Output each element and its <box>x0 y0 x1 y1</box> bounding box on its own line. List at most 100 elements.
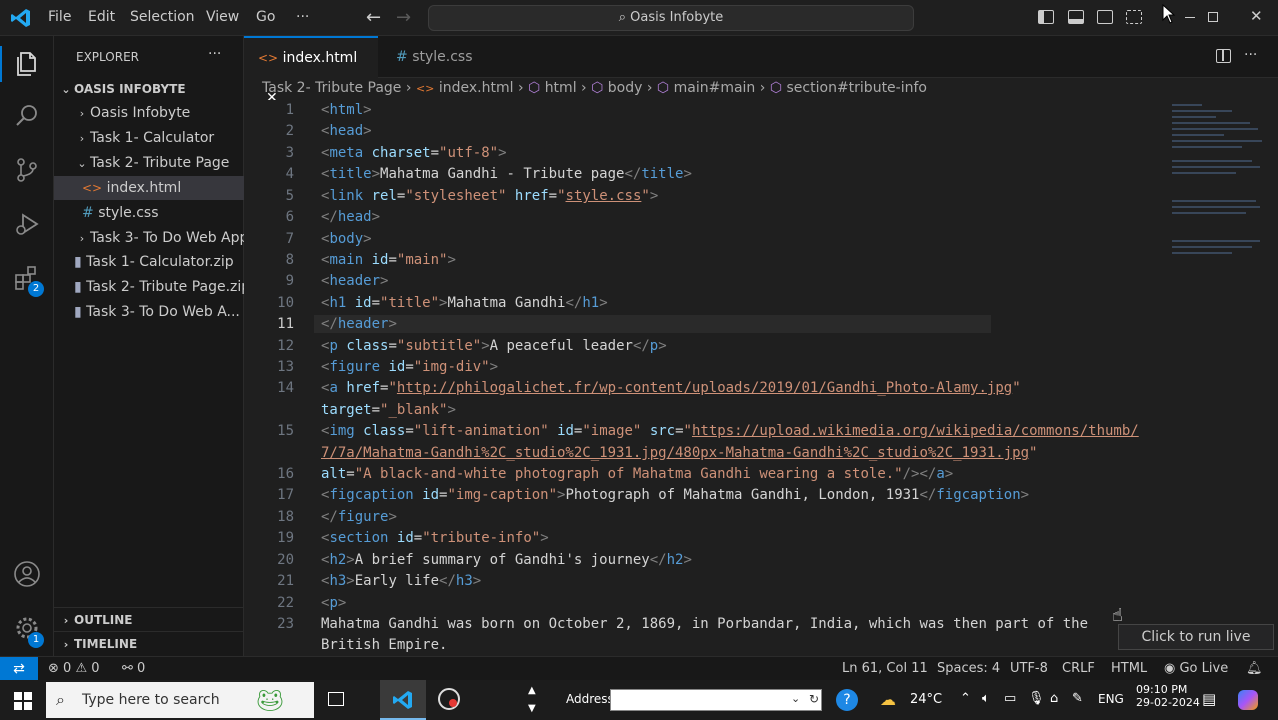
close-window-icon[interactable]: ✕ <box>1250 7 1263 25</box>
toolbar-scroll-icon[interactable]: ▲ ▼ <box>528 682 536 718</box>
command-center-search[interactable]: ⌕ Oasis Infobyte <box>428 5 914 31</box>
source-control-icon[interactable] <box>13 156 41 184</box>
zip-file-icon: ▮ <box>74 304 82 320</box>
split-editor-icon[interactable] <box>1216 49 1231 63</box>
recorder-app-icon[interactable] <box>438 688 460 710</box>
tab-index-html[interactable]: <> index.html ✕ <box>244 36 378 106</box>
problems-indicator[interactable]: ⊗ 0 ⚠ 0 <box>48 661 100 676</box>
menu-more[interactable]: ··· <box>296 9 309 25</box>
line-number: 8 <box>285 252 294 268</box>
network-icon[interactable]: ⌂ <box>1050 691 1058 706</box>
language-mode[interactable]: HTML <box>1111 661 1147 676</box>
line-number: 19 <box>277 530 294 546</box>
minimize-icon[interactable] <box>1185 17 1195 18</box>
menu-view[interactable]: View <box>206 9 239 25</box>
activity-bar: 2 1 <box>0 36 54 656</box>
active-indicator <box>0 46 2 82</box>
menu-selection[interactable]: Selection <box>130 9 195 25</box>
line-number: 11 <box>277 316 294 332</box>
ports-indicator[interactable]: ⚯ 0 <box>122 661 145 676</box>
tree-item-task1-calculator[interactable]: › Task 1- Calculator <box>54 126 244 150</box>
code-line-23-wrap: British Empire. <box>321 637 448 653</box>
code-line-15: <img class="lift-animation" id="image" s… <box>321 423 1139 439</box>
breadcrumb-folder[interactable]: Task 2- Tribute Page <box>262 80 401 96</box>
customize-layout-icon[interactable] <box>1126 10 1142 24</box>
code-line-12: <p class="subtitle">A peaceful leader</p… <box>321 338 667 354</box>
tree-item-label: style.css <box>98 205 159 221</box>
task-view-icon[interactable] <box>328 692 344 706</box>
toggle-primary-sidebar-icon[interactable] <box>1038 10 1054 24</box>
tree-item-task2-zip[interactable]: ▮ Task 2- Tribute Page.zip <box>54 275 244 299</box>
forward-arrow-icon[interactable]: → <box>396 7 411 28</box>
clock[interactable]: 09:10 PM 29-02-2024 <box>1136 683 1200 709</box>
speaker-icon[interactable]: 🔈︎ <box>982 691 990 706</box>
chevron-up-icon[interactable]: ⌃ <box>960 691 971 706</box>
timeline-section[interactable]: › TIMELINE <box>54 631 244 655</box>
input-language[interactable]: ENG <box>1098 692 1124 706</box>
explorer-icon[interactable] <box>13 50 41 78</box>
editor-more-icon[interactable]: ··· <box>1244 47 1257 63</box>
microphone-icon[interactable]: 🎙︎ <box>1028 691 1045 706</box>
menu-edit[interactable]: Edit <box>88 9 115 25</box>
menu-file[interactable]: File <box>48 9 71 25</box>
menu-go[interactable]: Go <box>256 9 275 25</box>
vscode-taskbar-icon[interactable] <box>380 680 426 720</box>
remote-indicator-icon[interactable]: ⇄ <box>0 657 38 681</box>
toggle-secondary-sidebar-icon[interactable] <box>1097 10 1113 24</box>
explorer-more-button[interactable]: ··· <box>208 46 221 62</box>
notifications-bell-icon[interactable]: 🔔︎ <box>1246 661 1263 676</box>
tab-style-css[interactable]: # style.css <box>382 36 510 78</box>
clock-date: 29-02-2024 <box>1136 696 1200 709</box>
line-ending[interactable]: CRLF <box>1062 661 1095 676</box>
tree-item-task2-tribute-page[interactable]: ⌄ Task 2- Tribute Page <box>54 151 244 175</box>
line-number: 17 <box>277 487 294 503</box>
chevron-down-icon[interactable]: ⌄ <box>791 692 800 705</box>
breadcrumb-body[interactable]: body <box>608 80 643 96</box>
tree-item-task3-zip[interactable]: ▮ Task 3- To Do Web A... <box>54 300 244 324</box>
go-live-button[interactable]: ◉ Go Live <box>1164 661 1228 676</box>
error-count: 0 <box>63 661 72 676</box>
back-arrow-icon[interactable]: ← <box>366 7 381 28</box>
tree-item-style-css[interactable]: # style.css <box>54 201 244 225</box>
zip-file-icon: ▮ <box>74 254 82 270</box>
restore-icon[interactable] <box>1208 12 1218 22</box>
breadcrumb-section[interactable]: section#tribute-info <box>787 80 927 96</box>
refresh-icon[interactable]: ↻ <box>809 692 819 706</box>
account-icon[interactable] <box>13 560 41 588</box>
battery-icon[interactable]: ▭ <box>1004 691 1016 706</box>
element-cube-icon: ⬡ <box>528 80 541 96</box>
pen-icon[interactable]: ✎ <box>1072 691 1083 706</box>
chevron-right-icon: › <box>63 638 69 651</box>
help-icon[interactable]: ? <box>836 689 858 711</box>
encoding[interactable]: UTF-8 <box>1010 661 1048 676</box>
search-icon[interactable] <box>13 102 41 130</box>
run-debug-icon[interactable] <box>13 210 41 238</box>
cursor-position[interactable]: Ln 61, Col 11 <box>842 661 928 676</box>
outline-section[interactable]: › OUTLINE <box>54 607 244 631</box>
tree-item-index-html[interactable]: <> index.html <box>54 176 244 200</box>
folder-root-oasis-infobyte[interactable]: ⌄ OASIS INFOBYTE <box>54 77 244 101</box>
windows-start-icon[interactable] <box>14 692 32 714</box>
toggle-panel-icon[interactable] <box>1068 10 1084 24</box>
tree-item-task3-todo[interactable]: › Task 3- To Do Web App <box>54 226 244 250</box>
code-editor[interactable]: 1 2 3 4 5 6 7 8 9 10 11 12 13 14 15 16 17 18 19 20 21 22 23 <h… <box>244 100 1278 656</box>
indentation[interactable]: Spaces: 4 <box>937 661 1000 676</box>
tree-item-oasis-infobyte[interactable]: › Oasis Infobyte <box>54 101 244 125</box>
tree-item-task1-zip[interactable]: ▮ Task 1- Calculator.zip <box>54 250 244 274</box>
breadcrumb-html[interactable]: html <box>545 80 577 96</box>
copilot-icon[interactable] <box>1238 690 1258 710</box>
search-text: Oasis Infobyte <box>630 10 724 25</box>
breadcrumb-separator-icon: › <box>517 80 528 96</box>
minimap[interactable] <box>1168 100 1278 656</box>
chevron-right-icon: › <box>79 232 85 245</box>
notification-center-icon[interactable]: ▤ <box>1202 690 1216 708</box>
line-number: 18 <box>277 509 294 525</box>
breadcrumb-file[interactable]: index.html <box>439 80 514 96</box>
breadcrumb-main[interactable]: main#main <box>674 80 756 96</box>
folder-root-label: OASIS INFOBYTE <box>74 82 186 96</box>
code-line-19: <section id="tribute-info"> <box>321 530 549 546</box>
line-number: 3 <box>285 145 294 161</box>
address-input[interactable]: ⌄ ↻ <box>610 689 822 711</box>
weather-temp[interactable]: 24°C <box>910 692 942 707</box>
taskbar-search-box[interactable]: ⌕ Type here to search 🐸︎ <box>46 682 314 718</box>
